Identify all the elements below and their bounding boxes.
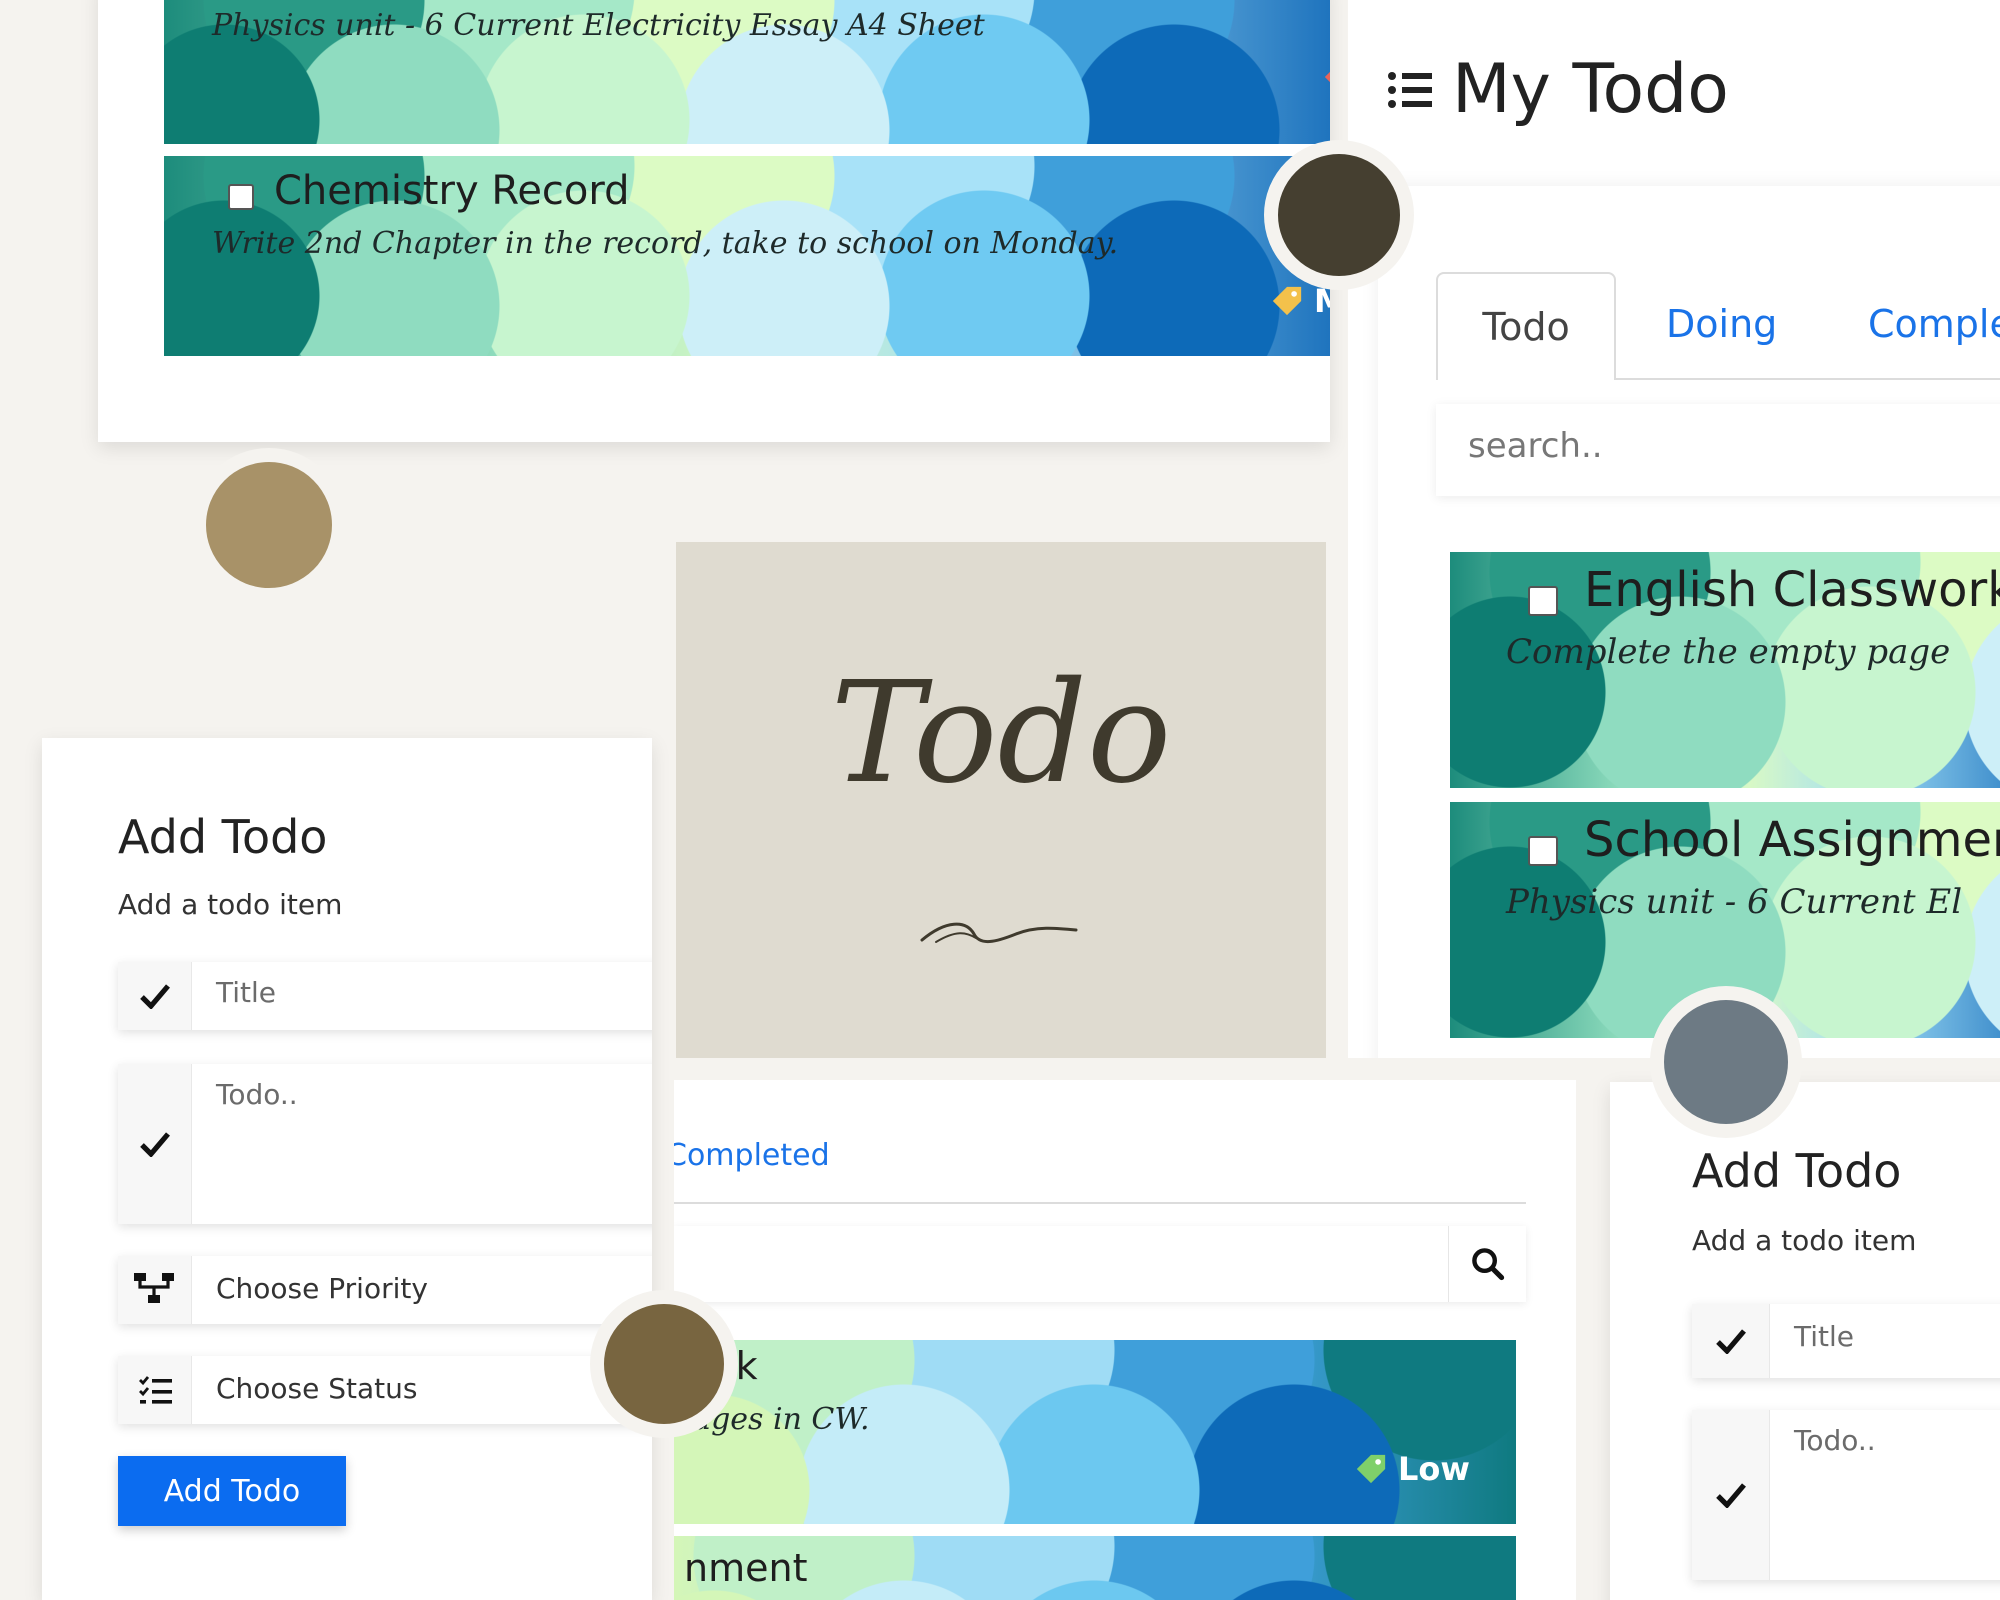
- add-todo-button[interactable]: Add Todo: [118, 1456, 346, 1526]
- search-input[interactable]: search..: [1436, 404, 2000, 496]
- todo-checkbox[interactable]: [1528, 586, 1558, 616]
- todo-list-panel-top-left: Physics unit - 6 Current Electricity Ess…: [98, 0, 1330, 442]
- status-label: Choose Status: [216, 1372, 418, 1405]
- todo-card-physics[interactable]: Physics unit - 6 Current Electricity Ess…: [164, 0, 1330, 144]
- list-icon: [1388, 71, 1432, 108]
- check-icon: [1692, 1410, 1770, 1580]
- sitemap-icon: [118, 1256, 192, 1324]
- my-todo-panel: My Todo Todo Doing Comple search.. Engli…: [1348, 0, 2000, 1058]
- search-button[interactable]: [1448, 1226, 1526, 1302]
- page-title: My Todo: [1386, 50, 1729, 129]
- tasks-icon: [118, 1356, 192, 1424]
- todo-card-desc: Write 2nd Chapter in the record, take to…: [212, 226, 1119, 261]
- todo-card-desc: Complete the empty page: [1506, 632, 1951, 672]
- tab-doing[interactable]: Doing: [1666, 302, 1777, 346]
- tab-completed[interactable]: Comple: [1868, 302, 2000, 346]
- priority-select[interactable]: Choose Priority: [118, 1256, 652, 1324]
- todo-list-panel-bottom: Completed rk pages in CW. Low nment: [674, 1080, 1576, 1600]
- add-todo-panel-left: Add Todo Add a todo item Title Todo.. Ch…: [42, 738, 652, 1600]
- decorative-dot-tan: [192, 448, 346, 602]
- tag-icon: [1324, 71, 1330, 83]
- todo-card-classwork[interactable]: rk pages in CW. Low: [674, 1340, 1516, 1524]
- check-icon: [1692, 1304, 1770, 1378]
- title-placeholder: Title: [216, 976, 277, 1009]
- title-placeholder: Title: [1794, 1320, 1855, 1353]
- add-todo-title: Add Todo: [1692, 1144, 1902, 1198]
- add-todo-subtitle: Add a todo item: [118, 888, 343, 921]
- squiggle-ornament: [920, 922, 1078, 943]
- priority-tag: H: [1322, 58, 1330, 96]
- status-select[interactable]: Choose Status: [118, 1356, 652, 1424]
- todo-card-title: English Classwork: [1584, 562, 2000, 618]
- tag-icon: [1356, 1454, 1386, 1484]
- decorative-dot-slate: [1650, 986, 1802, 1138]
- todo-card-title: School Assignmen: [1584, 812, 2000, 868]
- todo-placeholder: Todo..: [216, 1078, 298, 1111]
- todo-textarea[interactable]: Todo..: [1692, 1410, 2000, 1580]
- todo-card-title: Chemistry Record: [274, 168, 630, 214]
- todo-card-desc: Physics unit - 6 Current El: [1506, 882, 1963, 922]
- page-title-text: My Todo: [1452, 50, 1729, 129]
- todo-card-title: nment: [684, 1546, 808, 1590]
- tab-todo[interactable]: Todo: [1436, 272, 1616, 380]
- title-field[interactable]: Title: [118, 962, 652, 1030]
- todo-card-assignment[interactable]: nment: [674, 1536, 1516, 1600]
- hero-title: Todo: [830, 652, 1172, 815]
- decorative-dot-dark: [1264, 140, 1414, 290]
- search-icon: [1471, 1248, 1504, 1281]
- tab-completed[interactable]: Completed: [674, 1138, 830, 1173]
- todo-card-chemistry[interactable]: Chemistry Record Write 2nd Chapter in th…: [164, 156, 1330, 356]
- todo-card-english[interactable]: English Classwork Complete the empty pag…: [1450, 552, 2000, 788]
- priority-label: Choose Priority: [216, 1272, 428, 1305]
- todo-list-area: Todo Doing Comple search.. English Class…: [1378, 186, 2000, 1058]
- add-todo-title: Add Todo: [118, 810, 328, 864]
- priority-tag-label: Low: [1398, 1450, 1470, 1488]
- hero-tile: Todo: [676, 542, 1326, 1058]
- title-field[interactable]: Title: [1692, 1304, 2000, 1378]
- add-todo-panel-right: Add Todo Add a todo item Title Todo..: [1610, 1082, 2000, 1600]
- tag-icon: [1272, 286, 1302, 316]
- todo-placeholder: Todo..: [1794, 1424, 1876, 1457]
- tab-bar: [674, 1202, 1526, 1204]
- todo-checkbox[interactable]: [1528, 836, 1558, 866]
- todo-card-desc: Physics unit - 6 Current Electricity Ess…: [212, 8, 985, 43]
- priority-tag: Low: [1354, 1450, 1470, 1488]
- add-todo-subtitle: Add a todo item: [1692, 1224, 1917, 1257]
- search-input[interactable]: [674, 1226, 1526, 1302]
- decorative-dot-olive: [590, 1290, 738, 1438]
- todo-textarea[interactable]: Todo..: [118, 1064, 652, 1224]
- check-icon: [118, 962, 192, 1030]
- todo-checkbox[interactable]: [228, 184, 254, 210]
- check-icon: [118, 1064, 192, 1224]
